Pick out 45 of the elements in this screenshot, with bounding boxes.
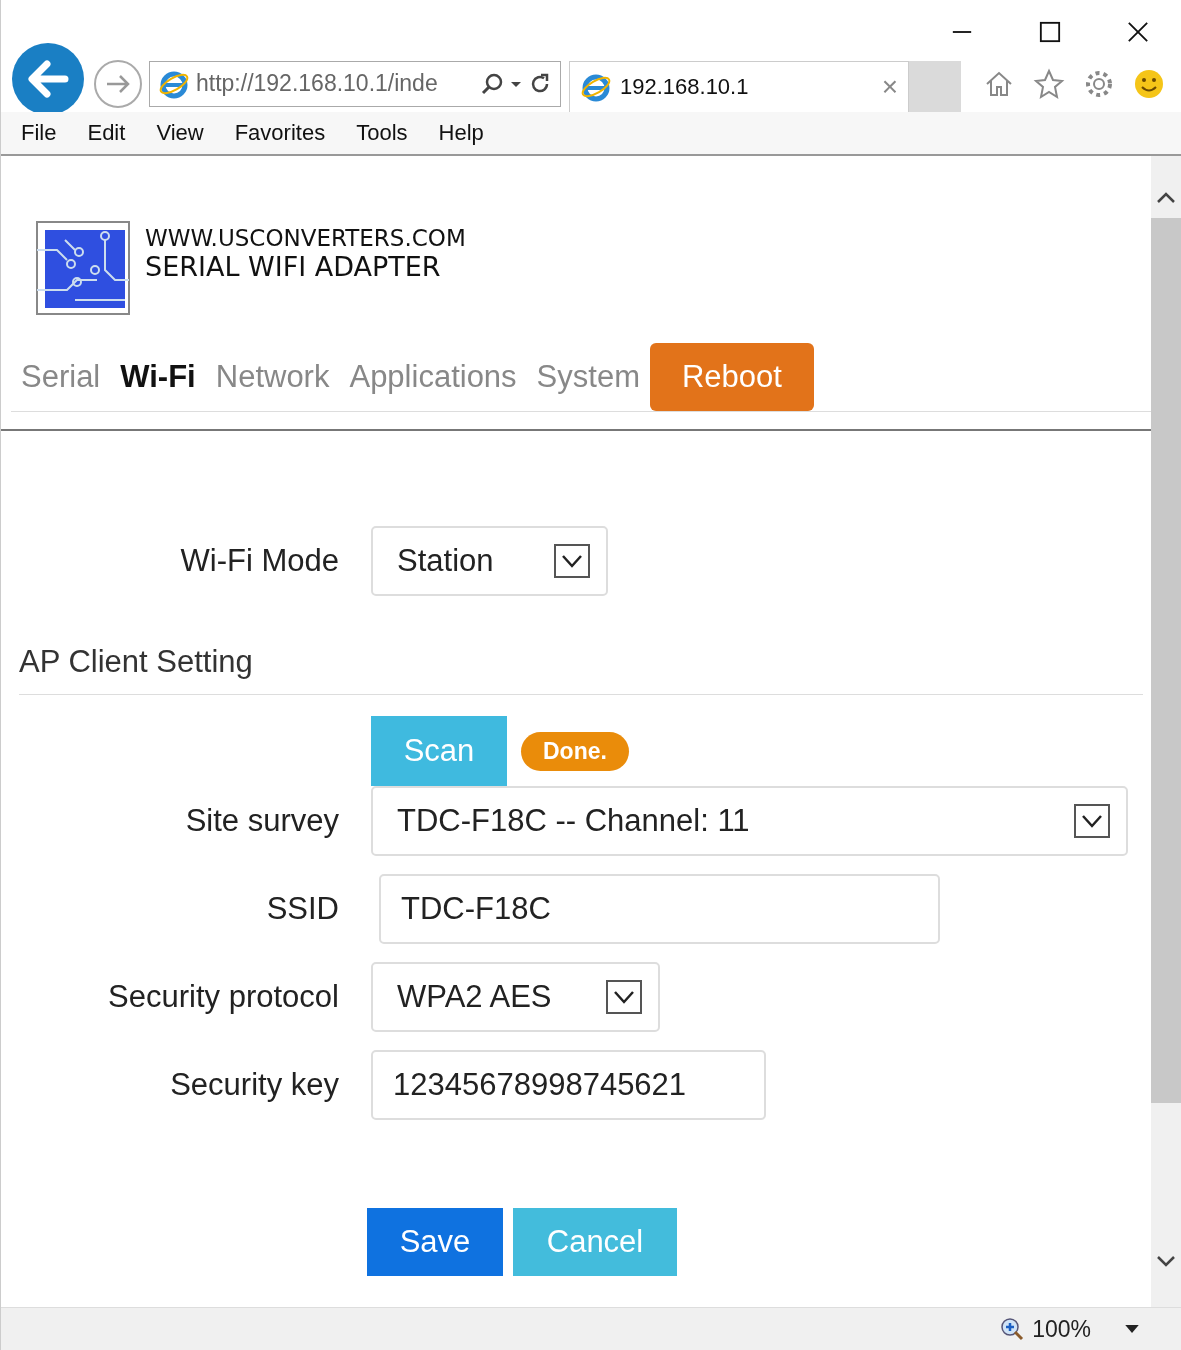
nav-tab[interactable]: Serial <box>21 359 101 395</box>
menu-item[interactable]: Help <box>438 120 484 146</box>
mode-select[interactable]: Station <box>371 526 608 596</box>
input-field[interactable]: 12345678998745621 <box>371 1050 766 1120</box>
scrollbar[interactable] <box>1151 156 1181 1307</box>
nav-tab[interactable]: Wi-Fi <box>120 359 196 395</box>
menu-item[interactable]: Favorites <box>234 120 326 146</box>
field-label: Security key <box>169 1067 339 1103</box>
menu-item[interactable]: View <box>156 120 204 146</box>
product-title: SERIAL WIFI ADAPTER <box>145 250 442 282</box>
dropdown-icon <box>554 544 590 578</box>
search-icon[interactable] <box>480 71 504 96</box>
dropdown-icon[interactable] <box>1125 1324 1139 1334</box>
scrollbar-thumb[interactable] <box>1151 218 1181 1103</box>
dropdown-icon <box>1074 804 1110 838</box>
address-text: http://192.168.10.1/inde <box>196 70 439 97</box>
field-label: Wi-Fi Mode <box>179 543 339 579</box>
field-label: SSID <box>265 891 339 927</box>
close-icon[interactable] <box>1127 20 1149 43</box>
star-icon[interactable] <box>1033 67 1065 100</box>
tab-title: 192.168.10.1 <box>620 74 750 100</box>
maximize-icon[interactable] <box>1039 20 1061 43</box>
menu-item[interactable]: File <box>21 120 57 146</box>
menu-item[interactable]: Edit <box>87 120 126 146</box>
zoom-icon[interactable] <box>1000 1317 1025 1341</box>
menu-item[interactable]: Tools <box>356 120 408 146</box>
input-field[interactable]: TDC-F18C <box>379 874 940 944</box>
site-url: WWW.USCONVERTERS.COM <box>145 224 466 251</box>
save-button[interactable]: Save <box>367 1208 503 1276</box>
select-field[interactable]: WPA2 AES <box>371 962 660 1032</box>
forward-icon[interactable] <box>93 58 143 109</box>
field-label: Security protocol <box>107 979 339 1015</box>
field-label: Site survey <box>184 803 339 839</box>
smiley-icon[interactable] <box>1133 67 1165 100</box>
nav-tab[interactable]: Network <box>215 359 330 395</box>
select-field[interactable]: TDC-F18C -- Channel: 11 <box>371 786 1128 856</box>
nav-tab[interactable]: Applications <box>349 359 517 395</box>
zoom-level[interactable]: 100% <box>1032 1315 1091 1343</box>
dropdown-icon <box>606 980 642 1014</box>
nav-tab[interactable]: System <box>536 359 640 395</box>
tab-close[interactable]: × <box>881 71 898 103</box>
circuit-logo-icon <box>35 220 131 316</box>
status-badge: Done. <box>521 731 629 771</box>
section-title: AP Client Setting <box>19 644 254 680</box>
address-bar[interactable]: http://192.168.10.1/inde <box>149 60 561 107</box>
